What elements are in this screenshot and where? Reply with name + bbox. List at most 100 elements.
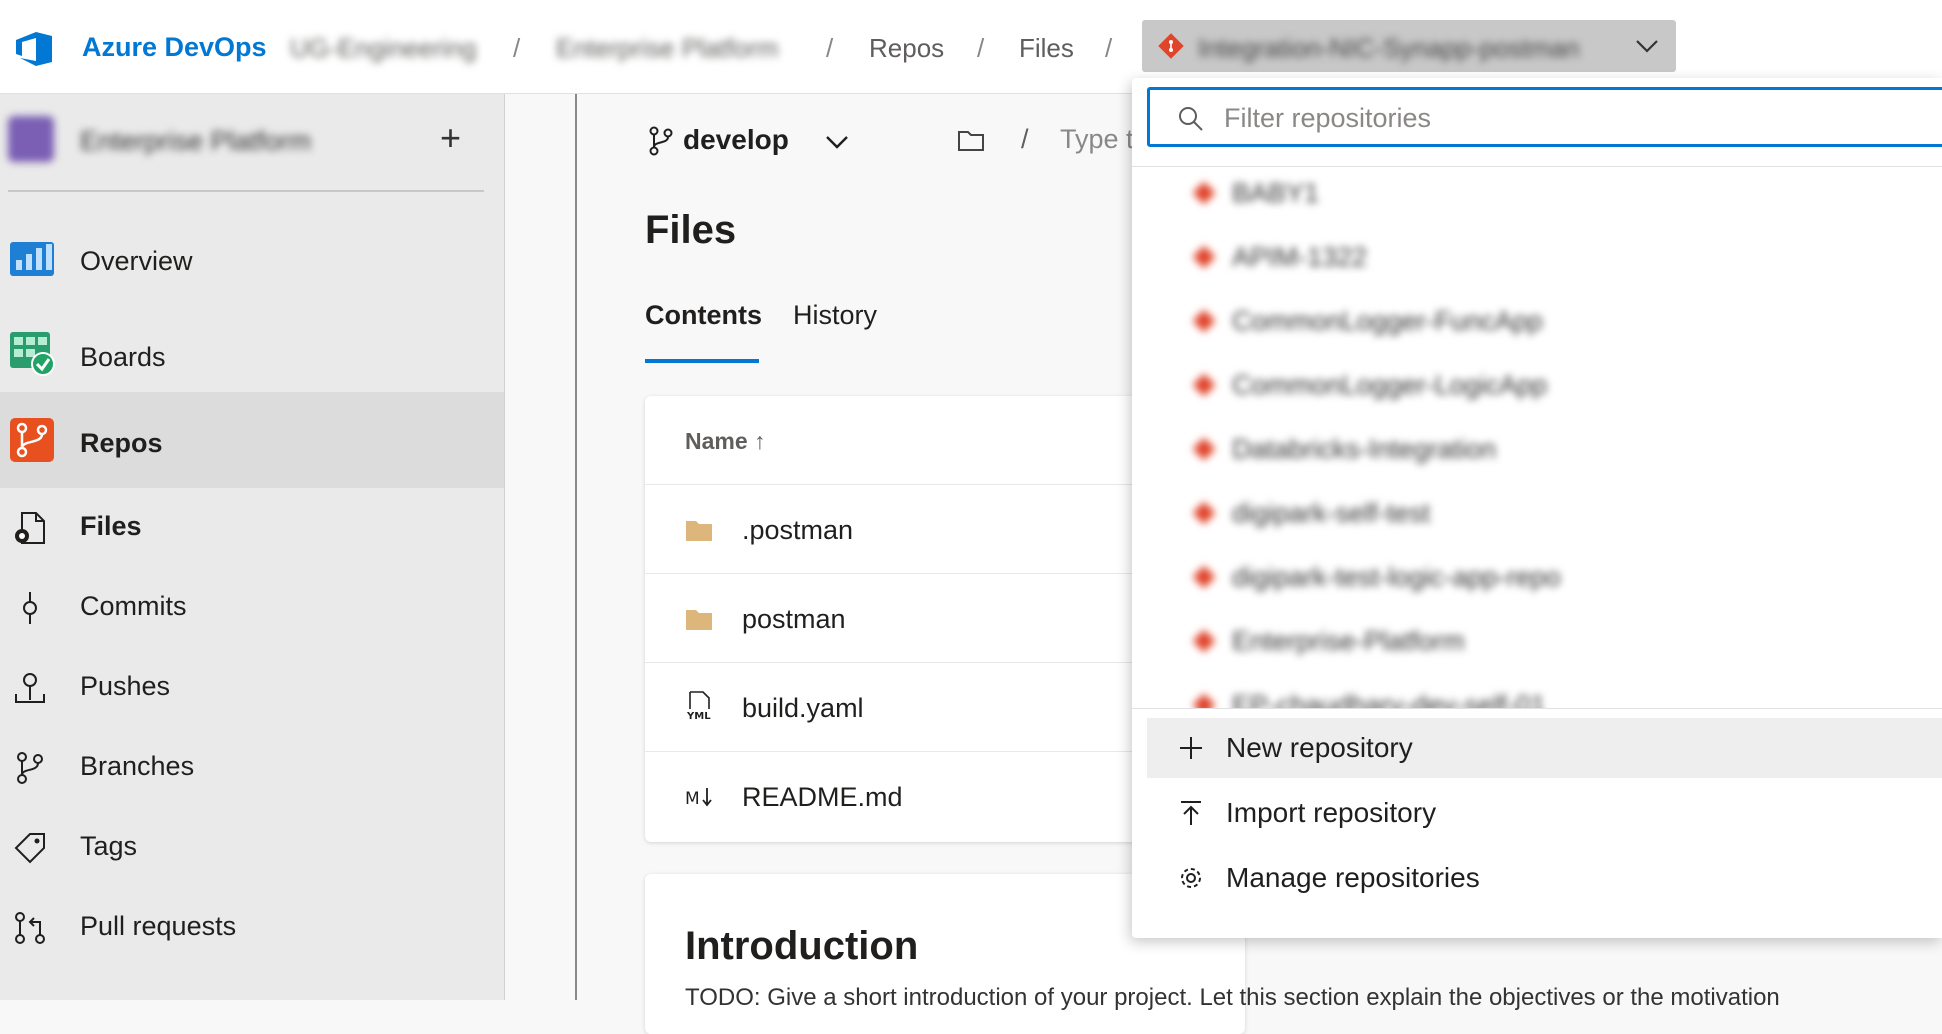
- repository-selector[interactable]: Integration-NIC-Synapp-postman: [1142, 20, 1676, 72]
- chevron-down-icon: [1636, 40, 1658, 53]
- tag-icon: [14, 833, 45, 864]
- filter-repositories-input[interactable]: [1222, 98, 1926, 138]
- push-icon: [15, 673, 45, 703]
- project-header[interactable]: Enterprise Platform +: [8, 116, 478, 164]
- svg-text:M: M: [685, 789, 700, 809]
- yaml-file-icon: YML: [686, 691, 711, 721]
- files-icon: [15, 512, 45, 544]
- path-separator: /: [1021, 124, 1029, 154]
- repository-name: Databricks-Integration: [1232, 434, 1497, 464]
- git-repo-icon: [1192, 501, 1216, 525]
- gear-icon: [1181, 868, 1201, 888]
- file-name[interactable]: build.yaml: [742, 693, 864, 724]
- path-input[interactable]: Type t: [1060, 124, 1134, 155]
- branch-icon: [649, 126, 673, 156]
- import-repository-button[interactable]: Import repository: [1147, 783, 1942, 843]
- folder-icon: [686, 610, 712, 630]
- git-repo-icon: [1192, 565, 1216, 589]
- active-tab-indicator: [645, 359, 759, 363]
- commit-icon: [23, 592, 37, 624]
- repository-name: APIM-1322: [1232, 242, 1368, 272]
- git-repo-icon: [1192, 693, 1216, 708]
- readme-heading: Introduction: [685, 924, 919, 968]
- repository-name: digipark-self-test: [1232, 498, 1431, 528]
- action-label: New repository: [1226, 732, 1413, 763]
- sidebar-item-label: Commits: [80, 591, 187, 621]
- add-icon[interactable]: +: [440, 120, 461, 156]
- sidebar-item-pull-requests[interactable]: Pull requests: [0, 888, 504, 966]
- branch-name: develop: [683, 124, 789, 155]
- plus-icon: [1180, 737, 1202, 759]
- sidebar-item-label: Boards: [80, 342, 166, 372]
- readme-text: TODO: Give a short introduction of your …: [685, 984, 1780, 1011]
- folder-icon: [686, 521, 712, 541]
- sidebar-item-label: Pushes: [80, 671, 171, 701]
- column-header-name[interactable]: Name ↑: [685, 428, 766, 455]
- markdown-file-icon: M: [685, 788, 712, 809]
- git-repo-icon: [1192, 309, 1216, 333]
- overview-icon: [10, 242, 54, 276]
- breadcrumb-separator: /: [826, 33, 834, 63]
- import-icon: [1181, 801, 1201, 825]
- breadcrumb-files[interactable]: Files: [1019, 33, 1074, 64]
- file-name[interactable]: README.md: [742, 782, 903, 813]
- search-icon: [1179, 107, 1203, 131]
- repository-dropdown: BABY1 APIM-1322 CommonLogger-FuncApp Common…: [1132, 78, 1942, 938]
- content-gutter: [505, 94, 577, 1000]
- sidebar: Enterprise Platform + Overview Boards Re…: [0, 94, 505, 1000]
- repository-list: BABY1 APIM-1322 CommonLogger-FuncApp Common…: [1132, 167, 1942, 708]
- git-repo-icon: [1192, 373, 1216, 397]
- git-repo-icon: [1192, 181, 1216, 205]
- action-label: Import repository: [1226, 797, 1437, 828]
- folder-icon: [958, 131, 984, 151]
- pull-request-icon: [15, 912, 45, 944]
- sidebar-item-tags[interactable]: Tags: [0, 808, 504, 886]
- breadcrumb-separator: /: [1105, 33, 1113, 63]
- sidebar-item-files[interactable]: Files: [0, 488, 504, 566]
- brand-name[interactable]: Azure DevOps: [82, 32, 267, 63]
- breadcrumb-repos[interactable]: Repos: [869, 33, 944, 64]
- breadcrumb-separator: /: [977, 33, 985, 63]
- file-name[interactable]: .postman: [742, 515, 853, 546]
- sidebar-item-boards[interactable]: Boards: [0, 306, 504, 402]
- sidebar-item-label: Files: [80, 511, 142, 541]
- sidebar-item-label: Repos: [80, 428, 163, 458]
- sidebar-item-label: Branches: [80, 751, 195, 781]
- repository-name: CommonLogger-LogicApp: [1232, 370, 1548, 400]
- repository-name: BABY1: [1232, 178, 1320, 208]
- repository-name: CommonLogger-FuncApp: [1232, 306, 1543, 336]
- project-name: Enterprise Platform: [80, 126, 312, 156]
- sidebar-item-label: Pull requests: [80, 911, 237, 941]
- tab-history[interactable]: History: [793, 300, 877, 331]
- repos-icon: [10, 418, 54, 462]
- manage-repositories-button[interactable]: Manage repositories: [1147, 848, 1942, 908]
- repository-name: Enterprise-Platform: [1232, 626, 1465, 656]
- tab-contents[interactable]: Contents: [645, 300, 762, 331]
- sidebar-item-branches[interactable]: Branches: [0, 728, 504, 806]
- repository-name: digipark-test-logic-app-repo: [1232, 562, 1561, 592]
- sidebar-item-label: Tags: [80, 831, 138, 861]
- azure-devops-logo-icon[interactable]: [12, 28, 56, 70]
- sidebar-item-repos[interactable]: Repos: [0, 392, 504, 488]
- breadcrumb-org[interactable]: UG-Engineering: [290, 33, 476, 64]
- chevron-down-icon: [826, 136, 848, 149]
- boards-icon: [10, 332, 55, 376]
- branch-icon: [17, 752, 43, 784]
- git-repo-icon: [1192, 437, 1216, 461]
- sidebar-item-commits[interactable]: Commits: [0, 568, 504, 646]
- sidebar-item-pushes[interactable]: Pushes: [0, 648, 504, 726]
- dropdown-divider: [1132, 708, 1942, 709]
- git-repo-icon: [1158, 33, 1184, 59]
- sidebar-item-overview[interactable]: Overview: [0, 210, 504, 306]
- page-title: Files: [645, 208, 737, 252]
- filter-box[interactable]: [1147, 87, 1942, 147]
- action-label: Manage repositories: [1226, 862, 1480, 893]
- git-repo-icon: [1192, 629, 1216, 653]
- new-repository-button[interactable]: New repository: [1147, 718, 1942, 778]
- selected-repository-name: Integration-NIC-Synapp-postman: [1198, 33, 1580, 63]
- git-repo-icon: [1192, 245, 1216, 269]
- sidebar-item-label: Overview: [80, 246, 193, 276]
- sidebar-divider: [8, 190, 484, 192]
- file-name[interactable]: postman: [742, 604, 846, 635]
- breadcrumb-project[interactable]: Enterprise Platform: [556, 33, 779, 64]
